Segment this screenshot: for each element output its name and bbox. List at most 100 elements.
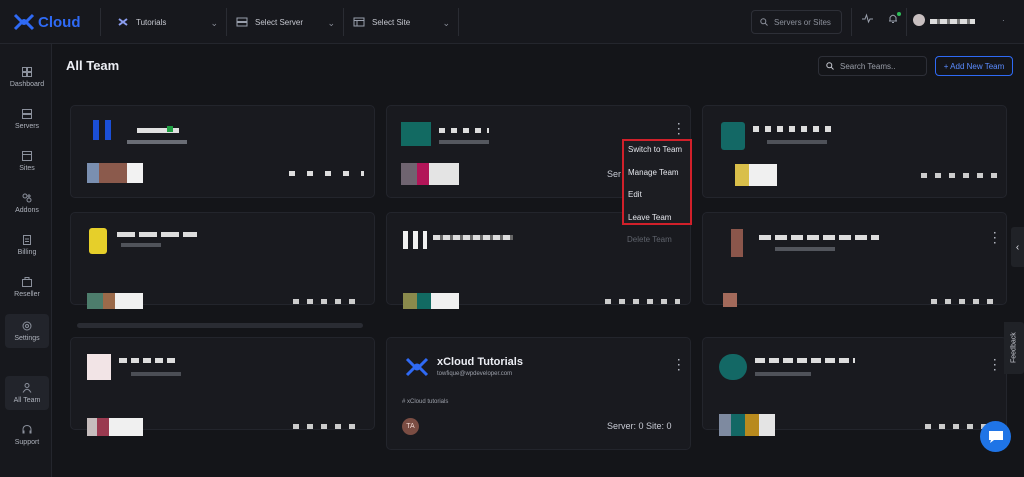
team-name: xCloud Tutorials: [437, 356, 523, 368]
more-options-icon[interactable]: · · ·: [992, 356, 998, 376]
sidebar-item-label: Dashboard: [9, 80, 45, 88]
sidebar-item-sites[interactable]: Sites: [5, 144, 49, 178]
team-name-redacted: [433, 235, 513, 240]
collapse-panel-button[interactable]: ‹: [1011, 227, 1024, 267]
team-email-redacted: [127, 140, 187, 144]
team-email-redacted: [121, 243, 161, 247]
global-search-input[interactable]: Servers or Sites: [751, 10, 842, 34]
sidebar: Dashboard Servers Sites Addons Billing R…: [0, 44, 52, 477]
search-icon: [760, 18, 768, 26]
more-options-icon[interactable]: · · ·: [676, 120, 682, 140]
member-avatars-redacted: [87, 293, 143, 309]
support-icon: [22, 424, 32, 433]
team-logo-icon: [405, 357, 429, 377]
sites-icon: [353, 17, 365, 27]
tutorials-selector-label: Tutorials: [136, 17, 167, 27]
site-selector-label: Select Site: [372, 17, 411, 27]
team-card[interactable]: [70, 105, 375, 198]
more-options-icon[interactable]: · · ·: [992, 229, 998, 249]
team-email: towfique@wpdeveloper.com: [437, 371, 513, 377]
team-icon: [22, 382, 32, 393]
app-name: Cloud: [38, 13, 81, 31]
add-new-team-button[interactable]: + Add New Team: [935, 56, 1013, 76]
divider: [100, 8, 101, 36]
sidebar-item-label: All Team: [13, 396, 41, 404]
chat-icon: [988, 430, 1003, 443]
sidebar-item-label: Reseller: [14, 290, 40, 298]
team-name-redacted: [117, 232, 197, 237]
sidebar-item-support[interactable]: Support: [5, 418, 49, 452]
team-email-redacted: [131, 372, 181, 376]
team-name-redacted: [753, 126, 833, 132]
sidebar-item-servers[interactable]: Servers: [5, 102, 49, 136]
chevron-down-icon: ⌄: [210, 18, 218, 28]
chat-button[interactable]: [980, 421, 1011, 452]
team-logo-redacted: [719, 354, 747, 380]
team-card-xcloud-tutorials[interactable]: · · ·: [386, 337, 691, 450]
team-name-redacted: [439, 128, 489, 133]
sidebar-item-settings[interactable]: Settings: [5, 314, 49, 348]
dashboard-icon: [22, 66, 32, 77]
sidebar-item-addons[interactable]: Addons: [5, 186, 49, 220]
sidebar-item-label: Billing: [17, 248, 37, 256]
divider: [458, 8, 459, 36]
team-stats-redacted: [931, 299, 1001, 304]
member-avatars-redacted: [87, 163, 143, 183]
chevron-down-icon: ⌄: [442, 18, 450, 28]
sidebar-item-label: Support: [14, 438, 40, 446]
team-email-redacted: [775, 247, 835, 251]
settings-icon: [22, 321, 32, 330]
user-avatar[interactable]: [913, 14, 925, 26]
sidebar-item-label: Sites: [19, 164, 35, 172]
team-card[interactable]: · · ·: [702, 212, 1007, 307]
horizontal-scrollbar[interactable]: [77, 323, 363, 328]
xcloud-logo[interactable]: Cloud: [12, 11, 81, 33]
divider: [343, 8, 344, 36]
sidebar-item-billing[interactable]: Billing: [5, 228, 49, 262]
team-name-redacted: [759, 235, 879, 240]
sites-icon: [22, 150, 32, 161]
team-name-redacted: [755, 358, 855, 363]
team-stats: Server: 0 Site: 0: [607, 421, 672, 431]
user-menu-chevron-icon[interactable]: ·: [1002, 16, 1005, 25]
menu-item-leave-team[interactable]: Leave Team: [628, 213, 671, 222]
more-options-icon[interactable]: · · ·: [676, 356, 682, 376]
team-email-redacted: [755, 372, 811, 376]
sidebar-item-label: Servers: [14, 122, 40, 130]
tutorials-selector[interactable]: Tutorials ⌄: [117, 9, 218, 35]
member-avatars-redacted: [719, 414, 775, 436]
team-card[interactable]: [70, 337, 375, 436]
stats-partial-label: Ser: [607, 169, 622, 179]
server-selector-label: Select Server: [255, 17, 304, 27]
team-context-menu: Switch to Team Manage Team Edit Leave Te…: [622, 139, 692, 225]
sidebar-item-reseller[interactable]: Reseller: [5, 270, 49, 304]
menu-item-edit[interactable]: Edit: [628, 190, 642, 199]
team-card[interactable]: · · ·: [702, 337, 1007, 436]
global-search-placeholder: Servers or Sites: [774, 17, 831, 27]
feedback-tab[interactable]: Feedback: [1004, 322, 1024, 374]
status-dot: [167, 126, 173, 132]
menu-item-manage-team[interactable]: Manage Team: [628, 168, 679, 177]
chevron-down-icon: ⌄: [327, 18, 335, 28]
team-logo-redacted: [401, 122, 431, 146]
sidebar-item-all-team[interactable]: All Team: [5, 376, 49, 410]
team-card[interactable]: [386, 212, 691, 309]
search-teams-input[interactable]: Search Teams..: [818, 56, 927, 76]
divider: [906, 8, 907, 36]
member-avatars-redacted: [401, 163, 459, 185]
member-avatars-redacted: [735, 164, 777, 186]
server-selector[interactable]: Select Server ⌄: [236, 9, 335, 35]
member-avatars-redacted: [403, 293, 459, 309]
sidebar-item-dashboard[interactable]: Dashboard: [5, 60, 49, 94]
xcloud-logo-icon: [13, 13, 35, 31]
site-selector[interactable]: Select Site ⌄: [353, 9, 450, 35]
activity-icon[interactable]: [862, 13, 873, 24]
menu-item-delete-team: Delete Team: [627, 235, 672, 244]
top-bar: Cloud Tutorials ⌄ Select Server ⌄ Select…: [0, 0, 1024, 44]
team-email-redacted: [767, 140, 827, 144]
team-card[interactable]: [702, 105, 1007, 198]
team-card[interactable]: [70, 212, 375, 309]
user-name-redacted[interactable]: [930, 19, 975, 24]
menu-item-switch-to-team[interactable]: Switch to Team: [628, 145, 682, 154]
team-stats-redacted: [289, 171, 364, 176]
